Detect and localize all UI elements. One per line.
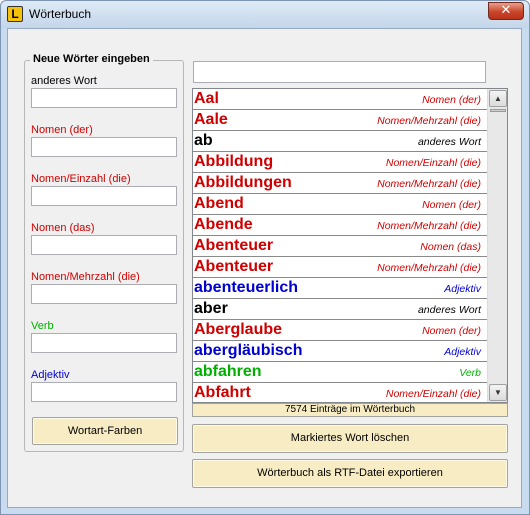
list-item-word: Aal: [194, 90, 219, 107]
nomen-der-input[interactable]: [31, 137, 177, 157]
word-list[interactable]: Aal Nomen (der) Aale Nomen/Mehrzahl (die) ab…: [192, 88, 508, 403]
list-item[interactable]: Abende Nomen/Mehrzahl (die): [193, 215, 487, 236]
list-item-word-type: Nomen/Einzahl (die): [385, 388, 481, 400]
label-nomen-das: Nomen (das): [31, 222, 95, 234]
anderes-wort-input[interactable]: [31, 88, 177, 108]
list-item-word: Abfahrt: [194, 384, 251, 401]
list-item[interactable]: Abend Nomen (der): [193, 194, 487, 215]
list-item[interactable]: Abfahrt Nomen/Einzahl (die): [193, 383, 487, 402]
search-input[interactable]: [193, 61, 486, 83]
export-rtf-button[interactable]: Wörterbuch als RTF-Datei exportieren: [192, 459, 508, 488]
list-item-word: Abende: [194, 216, 253, 233]
list-item-word-type: Nomen (der): [422, 94, 481, 106]
list-item-word-type: Nomen/Mehrzahl (die): [377, 220, 481, 232]
label-nomen-einzahl-die: Nomen/Einzahl (die): [31, 173, 131, 185]
nomen-das-input[interactable]: [31, 235, 177, 255]
list-item-word-type: Nomen/Einzahl (die): [385, 157, 481, 169]
list-item[interactable]: ab anderes Wort: [193, 131, 487, 152]
list-item-word-type: Nomen/Mehrzahl (die): [377, 178, 481, 190]
list-item[interactable]: aber anderes Wort: [193, 299, 487, 320]
window-title: Wörterbuch: [29, 7, 92, 21]
label-verb: Verb: [31, 320, 54, 332]
label-anderes-wort: anderes Wort: [31, 75, 97, 87]
list-item-word-type: Nomen (der): [422, 199, 481, 211]
list-item-word: aber: [194, 300, 228, 317]
word-type-colors-button[interactable]: Wortart-Farben: [32, 417, 178, 445]
list-item-word: Abenteuer: [194, 237, 274, 254]
list-item[interactable]: Aale Nomen/Mehrzahl (die): [193, 110, 487, 131]
list-item-word-type: anderes Wort: [417, 136, 481, 148]
close-button[interactable]: ✕: [488, 2, 524, 20]
list-item[interactable]: Aberglaube Nomen (der): [193, 320, 487, 341]
entry-count: 7574 Einträge im Wörterbuch: [192, 403, 508, 417]
list-item[interactable]: Abenteuer Nomen/Mehrzahl (die): [193, 257, 487, 278]
title-bar[interactable]: L Wörterbuch ✕: [1, 1, 529, 28]
list-item-word: Abenteuer: [194, 258, 274, 275]
nomen-einzahl-die-input[interactable]: [31, 186, 177, 206]
list-item-word: Aberglaube: [194, 321, 283, 338]
list-item-word: Abbildungen: [194, 174, 292, 191]
list-item-word: abenteuerlich: [194, 279, 299, 296]
label-nomen-der: Nomen (der): [31, 124, 93, 136]
delete-word-button[interactable]: Markiertes Wort löschen: [192, 424, 508, 453]
scroll-thumb[interactable]: [490, 109, 506, 112]
word-list-scrollbar[interactable]: ▲ ▼: [487, 89, 507, 402]
list-item-word: abfahren: [194, 363, 262, 380]
list-item-word-type: Nomen (der): [422, 325, 481, 337]
label-nomen-mehrzahl-die: Nomen/Mehrzahl (die): [31, 271, 140, 283]
list-item[interactable]: abergläubisch Adjektiv: [193, 341, 487, 362]
verb-input[interactable]: [31, 333, 177, 353]
adjektiv-input[interactable]: [31, 382, 177, 402]
app-icon: L: [7, 6, 23, 22]
list-item-word: Aale: [194, 111, 228, 128]
list-item-word-type: Nomen/Mehrzahl (die): [377, 262, 481, 274]
list-item[interactable]: Abenteuer Nomen (das): [193, 236, 487, 257]
list-item-word: abergläubisch: [194, 342, 303, 359]
list-item-word-type: anderes Wort: [417, 304, 481, 316]
list-item-word: Abend: [194, 195, 244, 212]
label-adjektiv: Adjektiv: [31, 369, 70, 381]
list-item[interactable]: abenteuerlich Adjektiv: [193, 278, 487, 299]
list-item-word: Abbildung: [194, 153, 274, 170]
scroll-down-arrow-icon[interactable]: ▼: [489, 384, 507, 401]
list-item[interactable]: abfahren Verb: [193, 362, 487, 383]
list-item[interactable]: Abbildungen Nomen/Mehrzahl (die): [193, 173, 487, 194]
group-title: Neue Wörter eingeben: [30, 53, 153, 65]
list-item-word-type: Nomen (das): [420, 241, 481, 253]
list-item-word-type: Adjektiv: [444, 283, 481, 295]
list-item-word-type: Adjektiv: [444, 346, 481, 358]
scroll-up-arrow-icon[interactable]: ▲: [489, 90, 507, 107]
list-item[interactable]: Aal Nomen (der): [193, 89, 487, 110]
nomen-mehrzahl-die-input[interactable]: [31, 284, 177, 304]
list-item[interactable]: Abbildung Nomen/Einzahl (die): [193, 152, 487, 173]
list-item-word-type: Nomen/Mehrzahl (die): [377, 115, 481, 127]
list-item-word: ab: [194, 132, 213, 149]
list-item-word-type: Verb: [459, 367, 481, 379]
